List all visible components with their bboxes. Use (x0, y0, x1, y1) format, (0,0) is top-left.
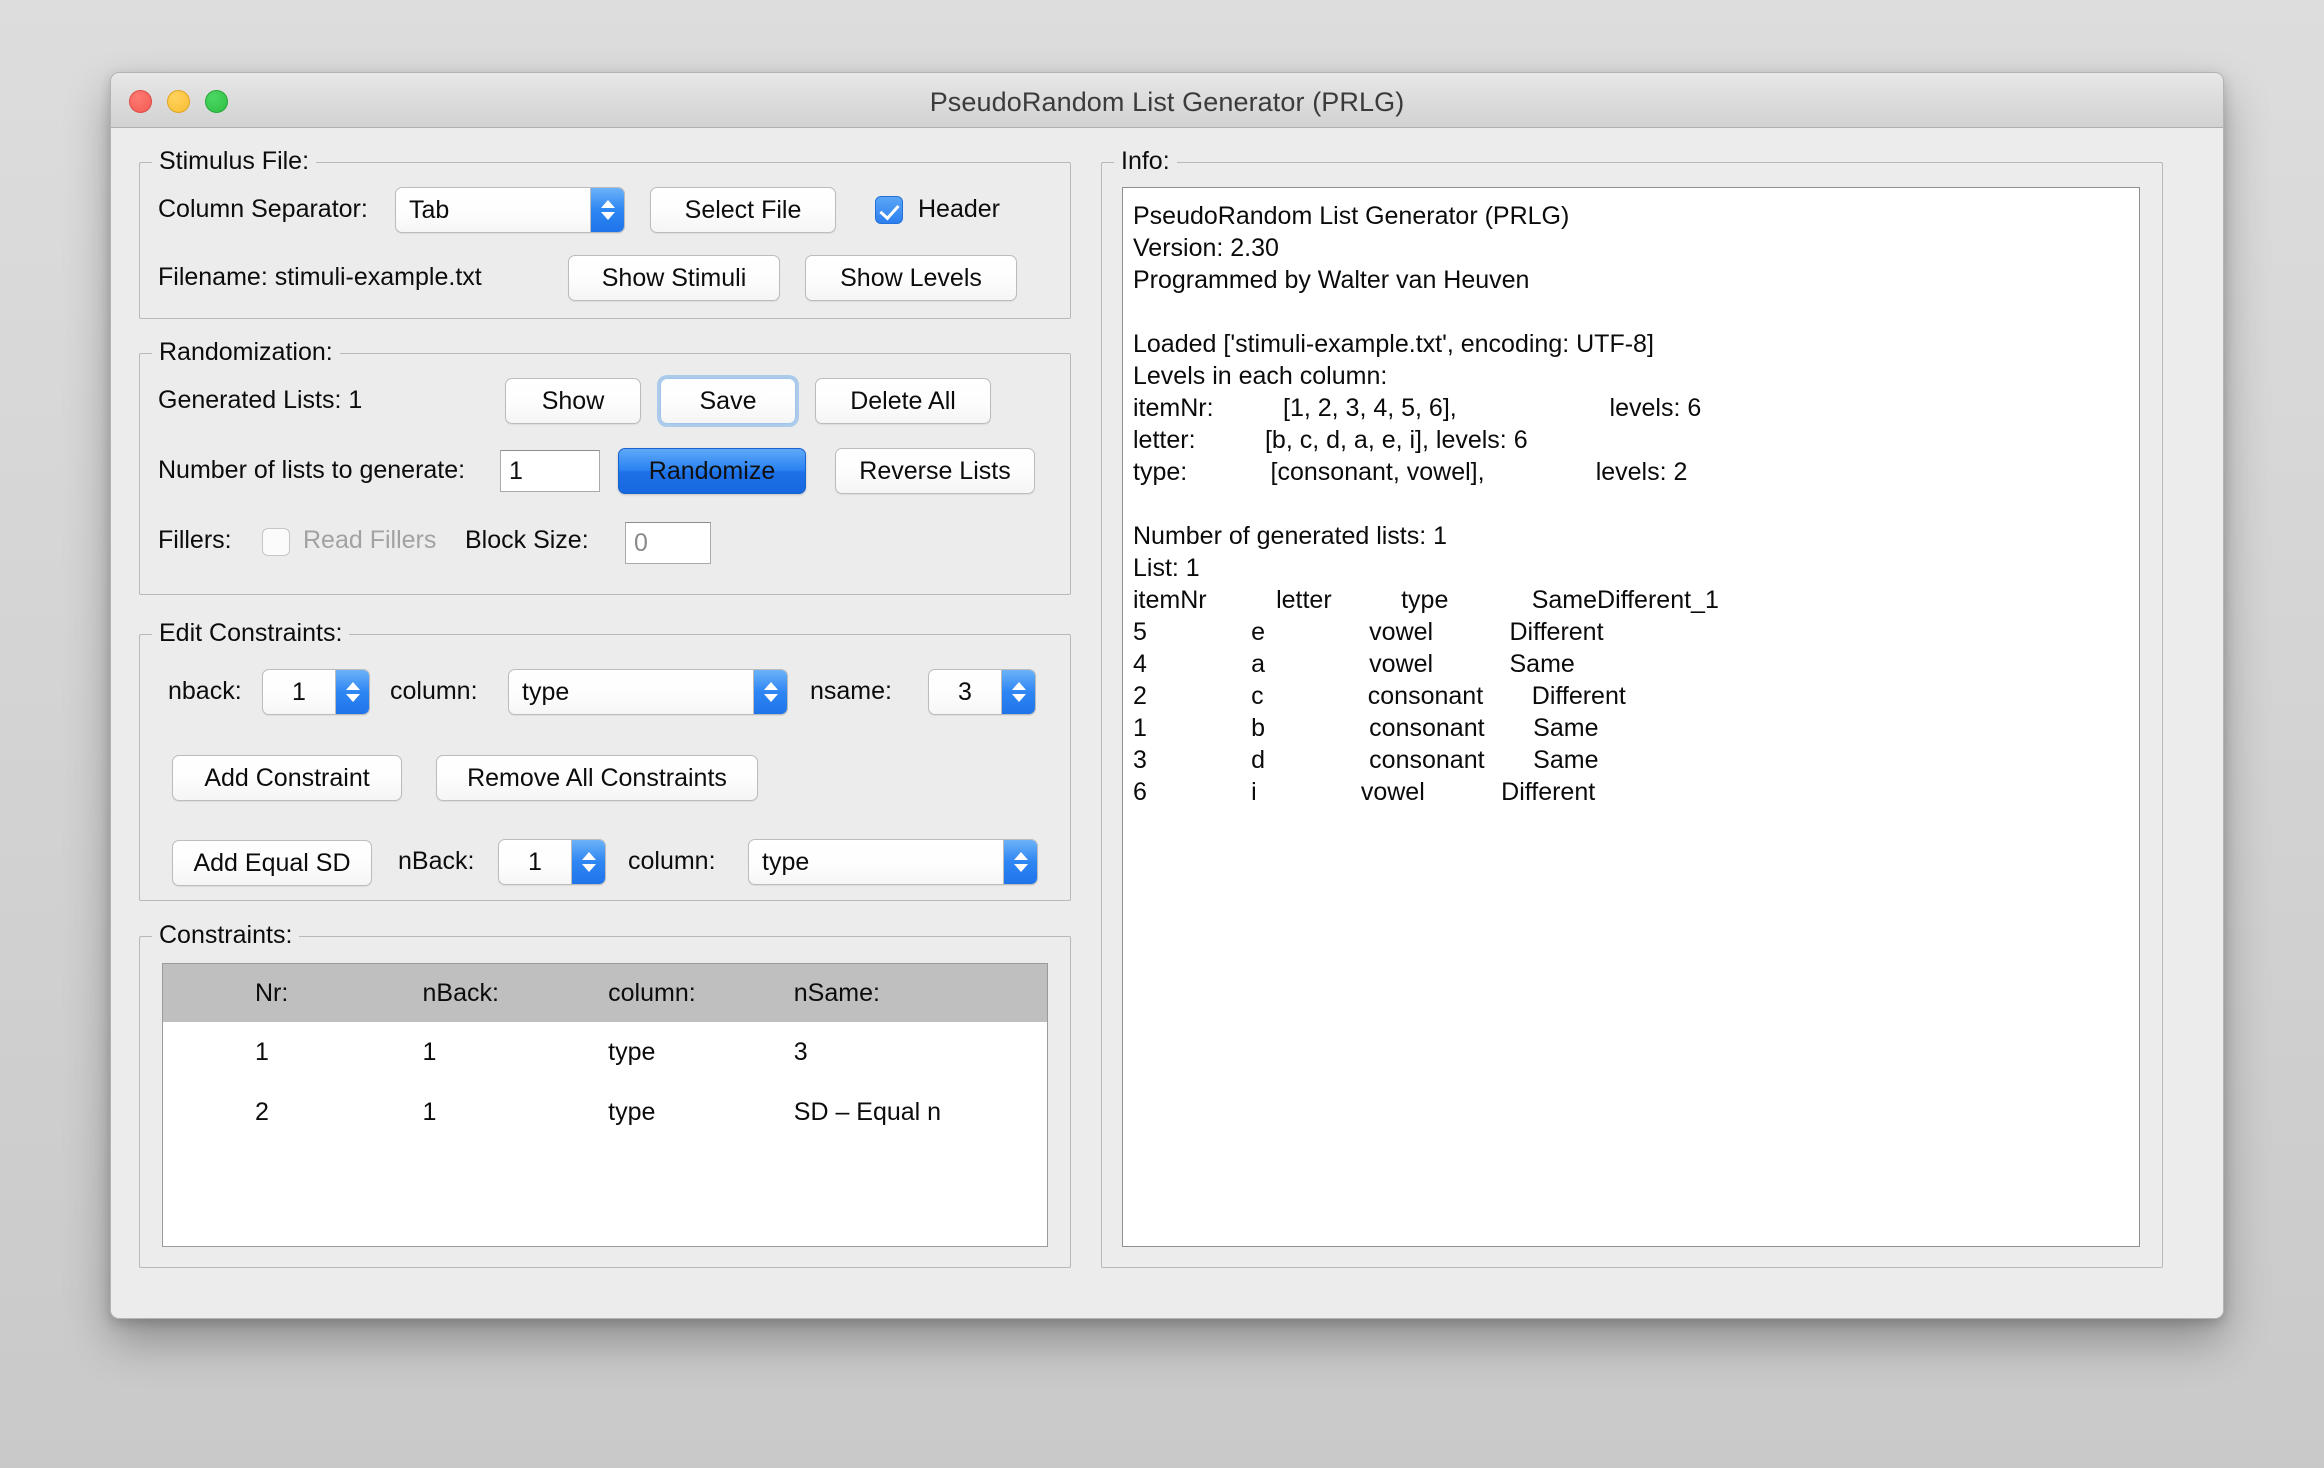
column-separator-dropdown[interactable]: Tab (395, 187, 625, 233)
chevron-updown-icon (590, 188, 624, 232)
constraints-col-column: column: (596, 964, 782, 1022)
info-group: Info: PseudoRandom List Generator (PRLG)… (1101, 147, 2163, 1268)
chevron-updown-icon[interactable] (571, 840, 605, 884)
number-of-lists-label: Number of lists to generate: (158, 456, 466, 484)
cell-column: type (596, 1082, 782, 1142)
block-size-input[interactable]: 0 (625, 522, 711, 564)
save-button[interactable]: Save (660, 378, 796, 424)
column-separator-value: Tab (409, 195, 450, 224)
column-value: type (522, 677, 570, 706)
nsame-stepper[interactable]: 3 (928, 669, 1036, 715)
header-checkbox-label: Header (918, 195, 1000, 223)
stimulus-file-group: Stimulus File: Column Separator: Tab Sel… (139, 147, 1071, 319)
chevron-updown-icon[interactable] (1001, 670, 1035, 714)
cell-nsame: SD – Equal n (781, 1082, 1047, 1142)
show-button[interactable]: Show (505, 378, 641, 424)
sd-column-dropdown[interactable]: type (748, 839, 1038, 885)
constraints-col-nr: Nr: (163, 964, 411, 1022)
info-textarea[interactable]: PseudoRandom List Generator (PRLG) Versi… (1122, 187, 2140, 1247)
fillers-label: Fillers: (158, 526, 232, 554)
chevron-updown-icon[interactable] (335, 670, 369, 714)
constraints-col-nback: nBack: (410, 964, 597, 1022)
sd-column-label: column: (628, 847, 716, 875)
window-titlebar: PseudoRandom List Generator (PRLG) (111, 73, 2223, 128)
cell-nsame: 3 (781, 1022, 1047, 1082)
nback-label: nback: (168, 677, 242, 705)
table-row[interactable]: 1 1 type 3 (163, 1022, 1047, 1082)
nsame-value: 3 (958, 677, 972, 706)
constraints-group: Constraints: Nr: nBack: column: nSame: 1… (139, 921, 1071, 1268)
chevron-updown-icon[interactable] (1003, 840, 1037, 884)
window-title: PseudoRandom List Generator (PRLG) (929, 87, 1405, 117)
remove-all-constraints-button[interactable]: Remove All Constraints (436, 755, 758, 801)
info-text: PseudoRandom List Generator (PRLG) Versi… (1133, 202, 1719, 806)
read-fillers-label: Read Fillers (303, 526, 437, 554)
sd-nback-stepper[interactable]: 1 (498, 839, 606, 885)
nback-stepper[interactable]: 1 (262, 669, 370, 715)
select-file-button[interactable]: Select File (650, 187, 836, 233)
reverse-lists-button[interactable]: Reverse Lists (835, 448, 1035, 494)
randomization-legend: Randomization: (152, 338, 340, 367)
show-levels-button[interactable]: Show Levels (805, 255, 1017, 301)
randomization-group: Randomization: Generated Lists: 1 Show S… (139, 338, 1071, 595)
nsame-label: nsame: (810, 677, 892, 705)
edit-constraints-legend: Edit Constraints: (152, 619, 350, 648)
desktop-background: PseudoRandom List Generator (PRLG) Stimu… (0, 0, 2324, 1468)
show-stimuli-button[interactable]: Show Stimuli (568, 255, 780, 301)
generated-lists-label: Generated Lists: 1 (158, 386, 363, 414)
column-dropdown[interactable]: type (508, 669, 788, 715)
column-separator-label: Column Separator: (158, 195, 368, 223)
add-equal-sd-button[interactable]: Add Equal SD (172, 840, 372, 886)
sd-column-value: type (762, 847, 810, 876)
constraints-table-header-row: Nr: nBack: column: nSame: (163, 964, 1047, 1022)
sd-nback-label: nBack: (398, 847, 475, 875)
block-size-label: Block Size: (465, 526, 589, 554)
randomize-button[interactable]: Randomize (618, 448, 806, 494)
constraints-legend: Constraints: (152, 921, 300, 950)
edit-constraints-group: Edit Constraints: nback: 1 column: type … (139, 619, 1071, 901)
chevron-updown-icon[interactable] (753, 670, 787, 714)
add-constraint-button[interactable]: Add Constraint (172, 755, 402, 801)
cell-nr: 1 (163, 1022, 411, 1082)
constraints-table[interactable]: Nr: nBack: column: nSame: 1 1 type 3 2 1… (162, 963, 1048, 1247)
sd-nback-value: 1 (528, 847, 542, 876)
nback-value: 1 (292, 677, 306, 706)
cell-nr: 2 (163, 1082, 411, 1142)
stimulus-file-legend: Stimulus File: (152, 147, 317, 176)
application-window: PseudoRandom List Generator (PRLG) Stimu… (110, 72, 2224, 1319)
delete-all-button[interactable]: Delete All (815, 378, 991, 424)
cell-nback: 1 (410, 1022, 597, 1082)
filename-label: Filename: stimuli-example.txt (158, 263, 482, 291)
read-fillers-checkbox[interactable] (262, 528, 290, 556)
constraints-col-nsame: nSame: (781, 964, 1047, 1022)
header-checkbox[interactable] (875, 196, 903, 224)
cell-column: type (596, 1022, 782, 1082)
info-legend: Info: (1114, 147, 1177, 176)
column-label: column: (390, 677, 478, 705)
number-of-lists-input[interactable]: 1 (500, 450, 600, 492)
cell-nback: 1 (410, 1082, 597, 1142)
table-row[interactable]: 2 1 type SD – Equal n (163, 1082, 1047, 1142)
window-content: Stimulus File: Column Separator: Tab Sel… (111, 128, 2223, 1318)
